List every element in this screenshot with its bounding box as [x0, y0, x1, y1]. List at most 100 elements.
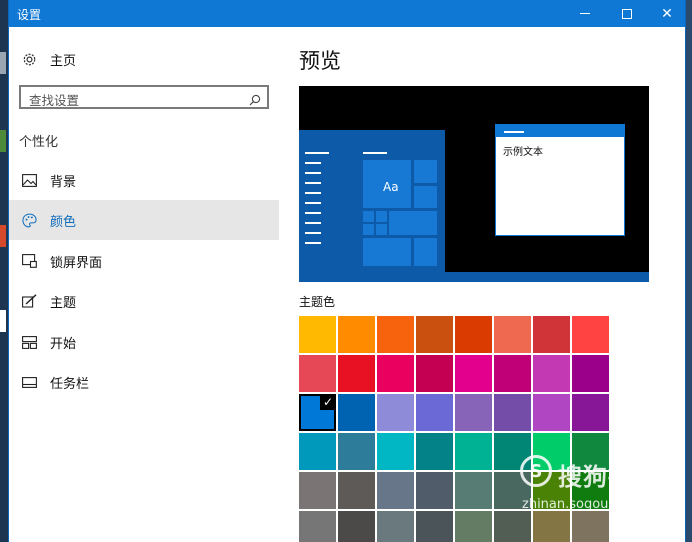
accent-color-swatch[interactable]: [416, 511, 453, 542]
preview-menu-line: [305, 192, 321, 194]
settings-window: 设置 ✕ 主页 查找设置 个性化 背景 颜色 锁屏界面 主题 开始 任务栏 预览…: [8, 0, 686, 542]
sidebar-item-background[interactable]: 背景: [9, 160, 279, 200]
sidebar-item-label: 开始: [50, 336, 77, 352]
preview-menu-line: [305, 162, 321, 164]
accent-color-swatch[interactable]: [377, 355, 414, 392]
accent-color-swatch[interactable]: [572, 472, 609, 509]
accent-color-swatch[interactable]: [455, 433, 492, 470]
accent-color-swatch[interactable]: [533, 355, 570, 392]
preview-menu-line: [305, 202, 321, 204]
accent-color-swatch[interactable]: [533, 316, 570, 353]
page-title: 预览: [299, 49, 341, 73]
accent-color-swatch[interactable]: [338, 511, 375, 542]
accent-color-swatch[interactable]: ✓: [299, 394, 336, 431]
nav-home-label: 主页: [50, 53, 77, 69]
preview-window-titlebar: [496, 125, 624, 137]
taskbar-icon: [21, 374, 37, 390]
accent-color-swatch[interactable]: [299, 472, 336, 509]
accent-color-swatch[interactable]: [572, 316, 609, 353]
accent-color-swatch[interactable]: [455, 511, 492, 542]
accent-color-swatch[interactable]: [416, 433, 453, 470]
accent-color-swatch[interactable]: [572, 511, 609, 542]
sidebar-item-label: 背景: [50, 174, 77, 190]
accent-color-swatch[interactable]: [572, 394, 609, 431]
preview-tile: [414, 186, 437, 208]
checkmark-icon: ✓: [320, 394, 336, 410]
sidebar-item-label: 主题: [50, 295, 77, 311]
sidebar-item-start[interactable]: 开始: [9, 322, 279, 362]
accent-color-swatch[interactable]: [533, 394, 570, 431]
sidebar-item-label: 任务栏: [50, 376, 90, 392]
accent-color-swatch[interactable]: [416, 316, 453, 353]
accent-color-swatch[interactable]: [338, 394, 375, 431]
accent-color-swatch[interactable]: [416, 355, 453, 392]
accent-color-swatch[interactable]: [299, 433, 336, 470]
search-placeholder: 查找设置: [29, 93, 80, 108]
accent-color-swatch[interactable]: [377, 511, 414, 542]
accent-color-swatch[interactable]: [494, 472, 531, 509]
accent-color-swatch[interactable]: [299, 355, 336, 392]
preview-tile-text: Aa: [383, 180, 399, 194]
accent-color-swatch[interactable]: [494, 433, 531, 470]
preview-menu-line: [305, 212, 321, 214]
nav-home[interactable]: 主页: [9, 44, 279, 74]
accent-color-swatch[interactable]: [494, 511, 531, 542]
desktop-icon[interactable]: [0, 130, 6, 152]
start-icon: [21, 334, 37, 350]
accent-color-swatch[interactable]: [338, 433, 375, 470]
preview-tile: [363, 224, 374, 235]
preview-tile: [376, 224, 387, 235]
accent-color-swatch[interactable]: [494, 355, 531, 392]
minimize-button[interactable]: [565, 0, 605, 27]
accent-color-swatch[interactable]: [533, 511, 570, 542]
accent-color-label: 主题色: [299, 295, 336, 309]
accent-color-swatch[interactable]: [416, 472, 453, 509]
accent-color-swatch[interactable]: [455, 355, 492, 392]
preview-taskbar: [299, 272, 649, 282]
accent-color-swatch[interactable]: [377, 394, 414, 431]
sidebar-item-label: 锁屏界面: [50, 255, 103, 271]
accent-color-swatch[interactable]: [416, 394, 453, 431]
accent-color-swatch[interactable]: [299, 316, 336, 353]
sidebar-item-taskbar[interactable]: 任务栏: [9, 362, 279, 402]
sidebar-item-lock-screen[interactable]: 锁屏界面: [9, 241, 279, 281]
sidebar-item-colors[interactable]: 颜色: [9, 200, 279, 240]
preview-tile: [363, 238, 411, 266]
accent-color-swatch[interactable]: [377, 316, 414, 353]
preview-tiles: Aa: [363, 136, 439, 266]
desktop-icon[interactable]: [0, 52, 6, 74]
accent-color-swatch[interactable]: [533, 472, 570, 509]
accent-color-swatch[interactable]: [338, 472, 375, 509]
accent-color-swatch[interactable]: [455, 394, 492, 431]
maximize-button[interactable]: [607, 0, 647, 27]
palette-icon: [21, 212, 37, 228]
preview-tile: Aa: [363, 160, 411, 208]
preview-window-title-line: [504, 131, 524, 133]
search-icon[interactable]: [249, 91, 261, 110]
accent-color-swatch[interactable]: [533, 433, 570, 470]
accent-color-swatch[interactable]: [494, 316, 531, 353]
accent-color-swatch[interactable]: [455, 316, 492, 353]
accent-color-swatch[interactable]: [377, 472, 414, 509]
sidebar-item-label: 颜色: [50, 214, 77, 230]
accent-color-swatch[interactable]: [572, 433, 609, 470]
preview-menu-line: [305, 182, 321, 184]
preview-menu-line: [305, 242, 321, 244]
accent-color-swatch[interactable]: [338, 316, 375, 353]
search-input[interactable]: 查找设置: [19, 85, 269, 109]
accent-color-swatch[interactable]: [377, 433, 414, 470]
accent-color-swatch[interactable]: [338, 355, 375, 392]
desktop-icon[interactable]: [0, 310, 6, 332]
preview-window: 示例文本: [495, 124, 625, 236]
accent-color-swatch[interactable]: [494, 394, 531, 431]
sidebar-item-themes[interactable]: 主题: [9, 281, 279, 321]
close-button[interactable]: ✕: [647, 0, 685, 27]
preview-tile: [376, 211, 387, 222]
accent-color-swatch[interactable]: [572, 355, 609, 392]
image-icon: [21, 172, 37, 188]
accent-color-swatch[interactable]: [299, 511, 336, 542]
title-bar[interactable]: 设置 ✕: [9, 0, 685, 27]
desktop-icon[interactable]: [0, 225, 6, 247]
theme-preview: Aa 示例文本: [299, 86, 649, 282]
accent-color-swatch[interactable]: [455, 472, 492, 509]
